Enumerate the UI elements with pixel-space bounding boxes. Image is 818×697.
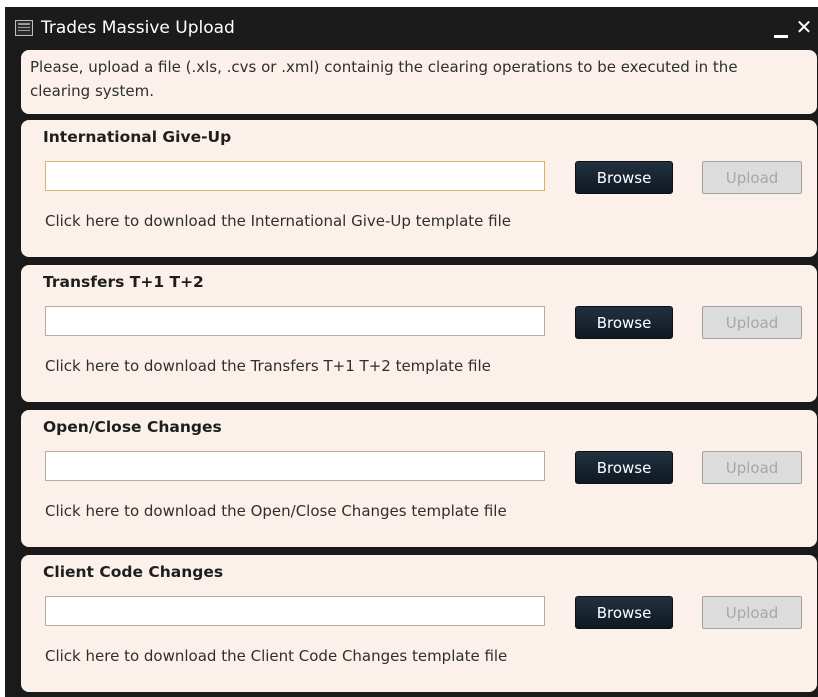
browse-button[interactable]: Browse (575, 161, 673, 194)
section-transfers: Transfers T+1 T+2 Browse Upload Click he… (21, 265, 817, 402)
file-path-input[interactable] (45, 596, 545, 626)
template-download-link[interactable]: Click here to download the Client Code C… (45, 647, 507, 665)
upload-window: Trades Massive Upload ✕ Please, upload a… (5, 7, 818, 697)
template-download-link[interactable]: Click here to download the International… (45, 212, 511, 230)
file-path-input[interactable] (45, 161, 545, 191)
file-path-input[interactable] (45, 451, 545, 481)
info-text: Please, upload a file (.xls, .cvs or .xm… (30, 58, 738, 100)
close-icon[interactable]: ✕ (795, 17, 813, 37)
browse-button[interactable]: Browse (575, 596, 673, 629)
section-open-close-changes: Open/Close Changes Browse Upload Click h… (21, 410, 817, 547)
minimize-icon[interactable] (774, 35, 788, 38)
section-title: Client Code Changes (43, 563, 224, 581)
upload-button[interactable]: Upload (702, 306, 802, 339)
info-panel: Please, upload a file (.xls, .cvs or .xm… (21, 50, 817, 114)
section-title: International Give-Up (43, 128, 232, 146)
browse-button[interactable]: Browse (575, 306, 673, 339)
upload-button[interactable]: Upload (702, 596, 802, 629)
section-title: Transfers T+1 T+2 (43, 273, 204, 291)
browse-button[interactable]: Browse (575, 451, 673, 484)
template-download-link[interactable]: Click here to download the Open/Close Ch… (45, 502, 507, 520)
section-client-code-changes: Client Code Changes Browse Upload Click … (21, 555, 817, 692)
upload-button[interactable]: Upload (702, 451, 802, 484)
template-download-link[interactable]: Click here to download the Transfers T+1… (45, 357, 491, 375)
section-international-give-up: International Give-Up Browse Upload Clic… (21, 120, 817, 257)
section-title: Open/Close Changes (43, 418, 222, 436)
window-app-icon (15, 20, 33, 36)
upload-button[interactable]: Upload (702, 161, 802, 194)
window-title: Trades Massive Upload (41, 18, 235, 38)
file-path-input[interactable] (45, 306, 545, 336)
title-bar[interactable]: Trades Massive Upload ✕ (5, 7, 818, 49)
